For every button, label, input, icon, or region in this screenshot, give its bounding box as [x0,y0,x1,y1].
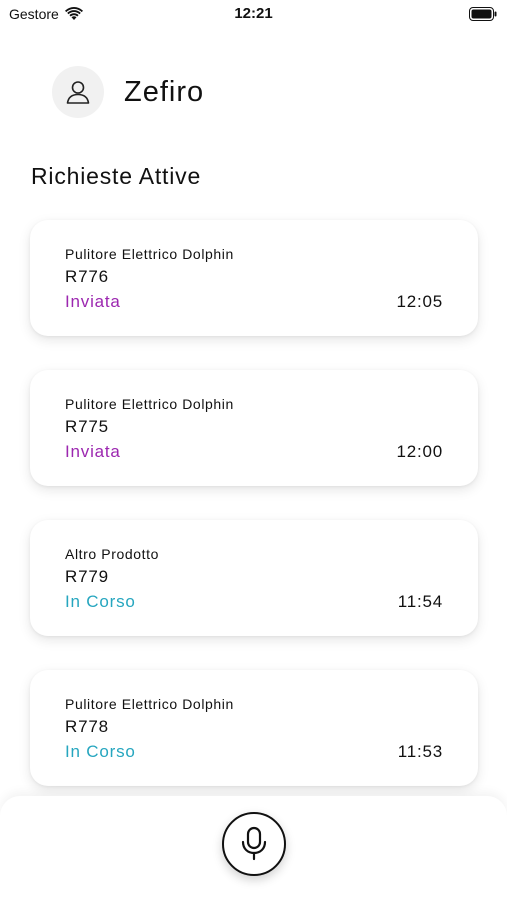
microphone-icon [241,826,267,861]
request-code: R776 [65,267,109,286]
request-time: 11:54 [397,592,443,611]
request-card[interactable]: Pulitore Elettrico Dolphin R776 Inviata … [30,220,478,336]
request-card[interactable]: Pulitore Elettrico Dolphin R775 Inviata … [30,370,478,486]
request-status: Inviata [65,292,121,311]
microphone-button[interactable] [222,812,286,876]
request-product: Pulitore Elettrico Dolphin [65,396,234,412]
request-status: In Corso [65,592,136,611]
request-code: R778 [65,717,109,736]
request-time: 12:00 [396,442,443,461]
request-code: R779 [65,567,109,586]
request-card[interactable]: Altro Prodotto R779 In Corso 11:54 [30,520,478,636]
request-status: In Corso [65,742,136,761]
request-status: Inviata [65,442,121,461]
bottom-bar [0,796,507,900]
section-title: Richieste Attive [31,163,202,189]
avatar[interactable] [52,66,104,118]
request-time: 11:53 [397,742,443,761]
request-product: Altro Prodotto [65,546,159,562]
request-card[interactable]: Pulitore Elettrico Dolphin R778 In Corso… [30,670,478,786]
profile-header: Zefiro [52,66,204,118]
user-name: Zefiro [124,75,205,108]
status-time: 12:21 [234,5,273,22]
request-list: Pulitore Elettrico Dolphin R776 Inviata … [30,220,478,820]
request-product: Pulitore Elettrico Dolphin [65,696,234,712]
status-bar: Gestore 12:21 [0,0,507,30]
user-icon [66,81,90,104]
battery-icon [469,7,497,21]
request-product: Pulitore Elettrico Dolphin [65,246,234,262]
request-time: 12:05 [396,292,443,311]
request-code: R775 [65,417,109,436]
